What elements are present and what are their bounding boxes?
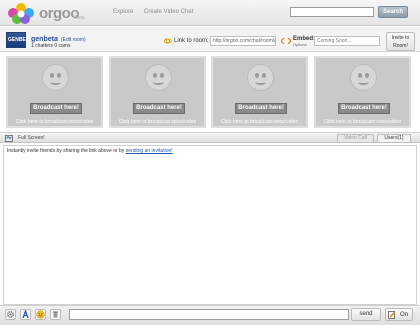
chat-toolbar: Full Screen! Video Call Users(1) [0, 132, 420, 143]
video-slot-3[interactable]: Broadcast here! Click here to broadcast … [211, 56, 308, 128]
system-message-text: Instantly invite friends by sharing the … [7, 148, 125, 154]
clear-chat-button[interactable] [50, 309, 61, 320]
link-label: Link to room: [174, 38, 209, 44]
video-slot-2[interactable]: Broadcast here! Click here to broadcast … [109, 56, 206, 128]
orgoo-logo[interactable]: orgoo beta [6, 2, 86, 24]
message-composer: send On [0, 305, 420, 325]
embed-code-field[interactable]: Coming Soon... [314, 36, 380, 46]
system-message: Instantly invite friends by sharing the … [7, 148, 173, 154]
room-name: genbeta [31, 36, 58, 43]
placeholder-face-icon [42, 64, 69, 91]
room-header: GENBETA genbeta (Edit room) 1 chatters 0… [0, 27, 420, 52]
trash-icon [52, 311, 59, 318]
send-button[interactable]: send [351, 308, 381, 321]
broadcast-here-button[interactable]: Broadcast here! [235, 103, 287, 114]
room-link-field[interactable]: http://orgoo.com/chat/room/genbeta [210, 36, 276, 46]
broadcast-caption: Click here to broadcast voice/video [323, 119, 402, 125]
video-slot-1[interactable]: Broadcast here! Click here to broadcast … [6, 56, 103, 128]
broadcast-caption: Click here to broadcast voice/video [118, 119, 197, 125]
emoticon-button[interactable] [35, 309, 46, 320]
invite-button-line-1: Invite to [391, 35, 410, 41]
settings-icon [7, 311, 14, 318]
brand-name: orgoo [39, 5, 80, 22]
avatar-text: GENBETA [8, 37, 33, 43]
top-navigation-bar: orgoo beta Explore Create Video Chat Sea… [0, 0, 420, 26]
broadcast-here-button[interactable]: Broadcast here! [338, 103, 390, 114]
embed-options-link[interactable]: Options [293, 42, 307, 47]
fullscreen-link[interactable]: Full Screen! [18, 135, 45, 141]
room-avatar[interactable]: GENBETA [6, 32, 32, 48]
invite-button-line-2: Room! [393, 43, 408, 49]
link-icon [164, 38, 172, 44]
font-icon [22, 310, 29, 319]
broadcast-here-button[interactable]: Broadcast here! [30, 103, 82, 114]
placeholder-face-icon [350, 64, 377, 91]
chat-messages[interactable]: Instantly invite friends by sharing the … [3, 145, 417, 305]
on-toggle-label: On [400, 312, 409, 318]
brand-beta-label: beta [75, 15, 85, 21]
search-input[interactable] [290, 7, 374, 17]
broadcast-caption: Click here to broadcast voice/video [15, 119, 94, 125]
on-toggle-button[interactable]: On [385, 308, 413, 321]
search-button[interactable]: Search [378, 6, 408, 18]
edit-toggle-icon [388, 311, 395, 319]
invite-to-room-button[interactable]: Invite to Room! [386, 32, 415, 51]
font-button[interactable] [20, 309, 31, 320]
settings-button[interactable] [5, 309, 16, 320]
fullscreen-icon[interactable] [5, 135, 13, 142]
send-invitation-link[interactable]: sending an invitation! [126, 148, 173, 154]
flower-logo-icon [8, 3, 34, 24]
video-slots: Broadcast here! Click here to broadcast … [0, 52, 420, 132]
nav-explore-link[interactable]: Explore [113, 9, 133, 15]
nav-create-video-chat-link[interactable]: Create Video Chat [144, 9, 193, 15]
video-call-button[interactable]: Video Call [337, 134, 374, 143]
room-stats: 1 chatters 0 cams [31, 43, 71, 49]
embed-icon [281, 38, 291, 44]
message-input[interactable] [69, 309, 349, 320]
emoticon-icon [36, 310, 45, 319]
broadcast-caption: Click here to broadcast voice/video [220, 119, 299, 125]
users-button[interactable]: Users(1) [377, 134, 411, 143]
placeholder-face-icon [145, 64, 172, 91]
broadcast-here-button[interactable]: Broadcast here! [133, 103, 185, 114]
video-slot-4[interactable]: Broadcast here! Click here to broadcast … [314, 56, 411, 128]
placeholder-face-icon [247, 64, 274, 91]
